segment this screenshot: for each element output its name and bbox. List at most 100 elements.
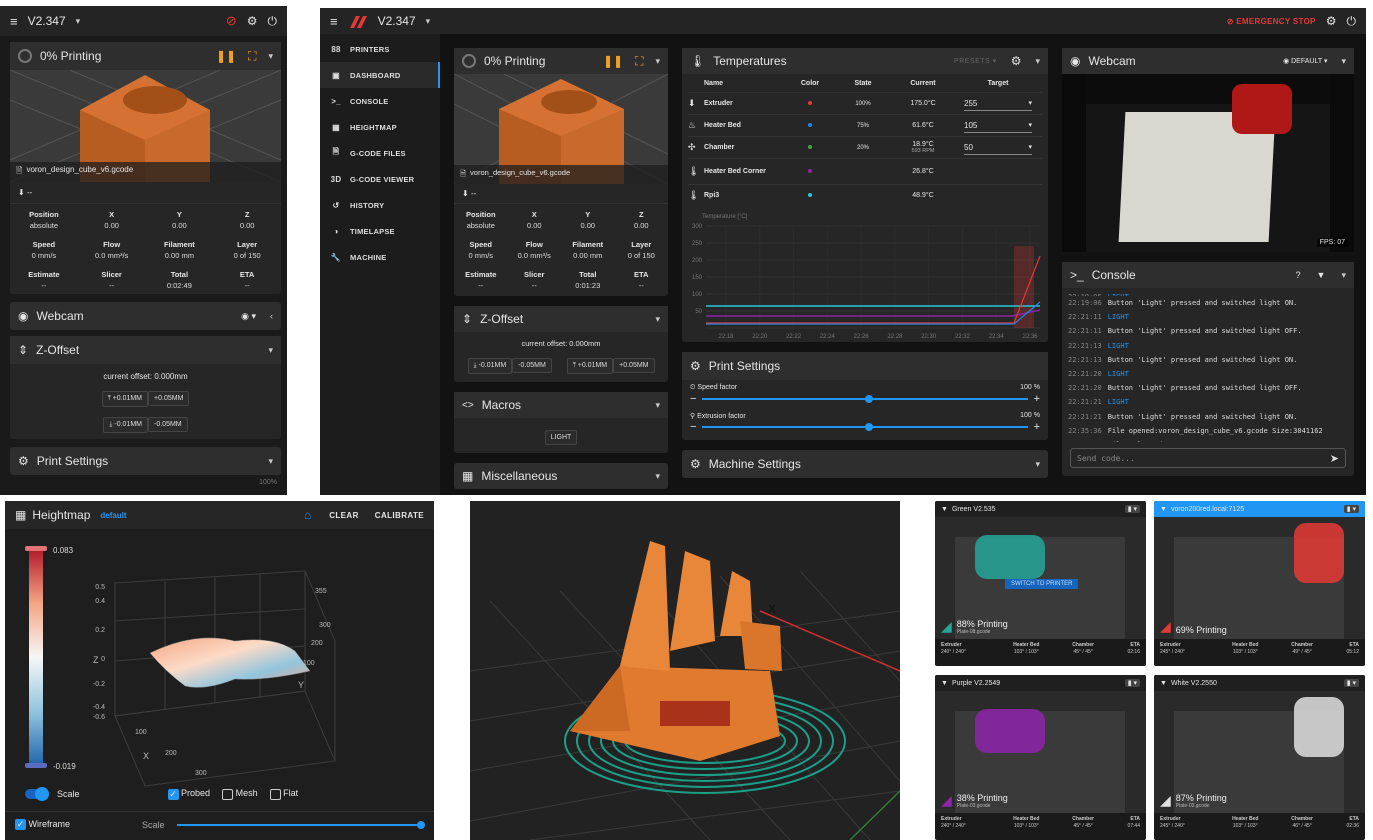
heater-color[interactable] [782,192,838,199]
exclude-object-icon[interactable]: ⛶ [248,49,256,64]
help-icon[interactable]: ? [1296,270,1301,280]
console-input[interactable]: Send code... ➤ [1070,448,1346,468]
chevron-down-icon[interactable]: ▾ [268,345,273,356]
left-webcam-header[interactable]: ◉ Webcam ◉ ▾ ‹ [10,302,281,330]
print-settings-header[interactable]: ⚙ Print Settings [682,352,1048,380]
printer-card[interactable]: ▼ voron200red.local:7125 ▮ ▾ ◢ 69% Printing E… [1154,501,1365,666]
switch-to-printer-overlay[interactable]: SWITCH TO PRINTER [1005,579,1079,589]
settings-icon[interactable]: ⚙ [1326,14,1337,28]
probed-checkbox[interactable]: ✓ Probed [167,788,210,800]
version-label[interactable]: V2.347 [378,14,416,28]
minus-icon[interactable]: − [690,393,696,405]
webcam-select[interactable]: ◉ DEFAULT ▾ [1283,57,1327,65]
extrusion-slider[interactable]: − + [690,420,1040,434]
left-print-settings-header[interactable]: ⚙ Print Settings ▾ [10,447,281,475]
gcode-viewer[interactable]: X [470,501,900,840]
mesh-checkbox[interactable]: Mesh [222,788,258,800]
calibrate-button[interactable]: CALIBRATE [375,511,424,520]
chevron-left-icon[interactable]: ‹ [270,311,273,321]
home-icon[interactable]: ⌂ [304,508,311,522]
webcam-select-icon[interactable]: ◉ ▾ [241,311,256,322]
printer-card[interactable]: ▼ Green V2.535 ▮ ▾ SWITCH TO PRINTER ◢ 88% Pr… [935,501,1146,666]
heater-target[interactable]: 50 ▾ [964,141,1032,155]
sidebar-item-g-code-viewer[interactable]: 3D G-CODE VIEWER [320,166,440,192]
chevron-down-icon[interactable]: ▾ [1035,56,1040,67]
chevron-down-icon[interactable]: ▾ [655,400,660,411]
z-up-001-button[interactable]: ⤒ +0.01MM [566,358,614,374]
power-icon[interactable]: ⏻ [1347,14,1357,29]
z-up-005-button[interactable]: +0.05MM [148,391,190,406]
version-label[interactable]: V2.347 [28,14,66,28]
menu-icon[interactable]: ≡ [10,14,18,29]
filter-icon[interactable]: ▼ [1317,270,1326,280]
chevron-down-icon[interactable]: ▾ [268,456,273,467]
speed-slider[interactable]: − + [690,392,1040,406]
webcam-toggle-icon[interactable]: ▮ ▾ [1343,505,1359,513]
printer-card[interactable]: ▼ Purple V2.2549 ▮ ▾ ◢ 38% Printing Plate-03.… [935,675,1146,840]
heater-color[interactable] [782,100,838,107]
send-icon[interactable]: ➤ [1330,452,1339,465]
heater-target[interactable]: 105 ▾ [964,119,1032,133]
chevron-down-icon[interactable]: ▾ [1341,270,1346,281]
colorbar-bottom-handle[interactable] [25,763,47,768]
scale-toggle[interactable] [25,787,49,801]
chevron-down-icon[interactable]: ▾ [76,16,81,27]
flat-checkbox[interactable]: Flat [269,788,298,800]
z-down-001-button[interactable]: ⤓ -0.01MM [103,417,149,433]
wireframe-checkbox[interactable]: ✓ Wireframe [15,819,70,831]
chevron-down-icon[interactable]: ▾ [655,471,660,482]
scale-slider[interactable] [176,820,425,829]
sidebar-item-heightmap[interactable]: ▦ HEIGHTMAP [320,114,440,140]
sidebar-item-console[interactable]: >_ CONSOLE [320,88,440,114]
colorbar-top-handle[interactable] [25,546,47,551]
heater-color[interactable] [782,168,838,175]
pause-icon[interactable]: ❚❚ [603,54,623,68]
sidebar-item-machine[interactable]: 🔧 MACHINE [320,244,440,270]
sidebar-item-g-code-files[interactable]: 🗎 G-CODE FILES [320,140,440,166]
chevron-down-icon[interactable]: ▾ [655,56,660,67]
webcam-toggle-icon[interactable]: ▮ ▾ [1343,679,1359,687]
presets-button[interactable]: PRESETS ▾ [954,57,997,65]
z-up-005-button[interactable]: +0.05MM [613,358,655,373]
power-icon[interactable]: ⏻ [268,14,278,29]
emergency-stop-button[interactable]: ⊘ EMERGENCY STOP [1227,17,1316,26]
chevron-down-icon[interactable]: ▾ [655,314,660,325]
chevron-down-icon[interactable]: ▾ [268,51,273,62]
sidebar-item-printers[interactable]: 88 PRINTERS [320,36,440,62]
settings-icon[interactable]: ⚙ [247,14,258,28]
macros-header[interactable]: <> Macros ▾ [454,392,668,418]
sidebar-item-history[interactable]: ↺ HISTORY [320,192,440,218]
clear-button[interactable]: CLEAR [329,511,359,520]
exclude-object-icon[interactable]: ⛶ [635,54,643,69]
webcam-toggle-icon[interactable]: ▮ ▾ [1124,505,1140,513]
minus-icon[interactable]: − [690,421,696,433]
zoffset-header[interactable]: ⇕ Z-Offset ▾ [454,306,668,332]
printer-card[interactable]: ▼ White V2.2550 ▮ ▾ ◢ 87% Printing Plate-03.g… [1154,675,1365,840]
settings-icon[interactable]: ⚙ [1011,54,1022,68]
z-down-001-button[interactable]: ⤓ -0.01MM [467,358,513,374]
heater-target[interactable]: 255 ▾ [964,97,1032,111]
sidebar-item-timelapse[interactable]: ◑ TIMELAPSE [320,218,440,244]
heater-color[interactable] [782,144,838,151]
slider-thumb[interactable] [865,395,873,403]
chevron-down-icon[interactable]: ▾ [1035,459,1040,470]
machine-settings-header[interactable]: ⚙ Machine Settings ▾ [682,450,1048,478]
menu-icon[interactable]: ≡ [330,14,338,29]
misc-header[interactable]: ▦ Miscellaneous ▾ [454,463,668,489]
plus-icon[interactable]: + [1034,421,1040,433]
heightmap-profile[interactable]: default [100,511,126,520]
slider-thumb[interactable] [865,423,873,431]
webcam-toggle-icon[interactable]: ▮ ▾ [1124,679,1140,687]
slider-thumb[interactable] [417,820,425,829]
heater-color[interactable] [782,122,838,129]
sidebar-item-dashboard[interactable]: ▣ DASHBOARD [320,62,440,88]
emergency-stop-icon[interactable]: ⊘ [226,13,237,29]
z-down-005-button[interactable]: -0.05MM [512,358,552,373]
pause-icon[interactable]: ❚❚ [216,49,236,63]
macro-light-button[interactable]: LIGHT [544,430,578,445]
plus-icon[interactable]: + [1034,393,1040,405]
zoffset-header[interactable]: ⇕ Z-Offset ▾ [10,336,281,364]
z-down-005-button[interactable]: -0.05MM [148,417,188,432]
chevron-down-icon[interactable]: ▾ [426,16,431,27]
z-up-001-button[interactable]: ⤒ +0.01MM [101,391,149,407]
